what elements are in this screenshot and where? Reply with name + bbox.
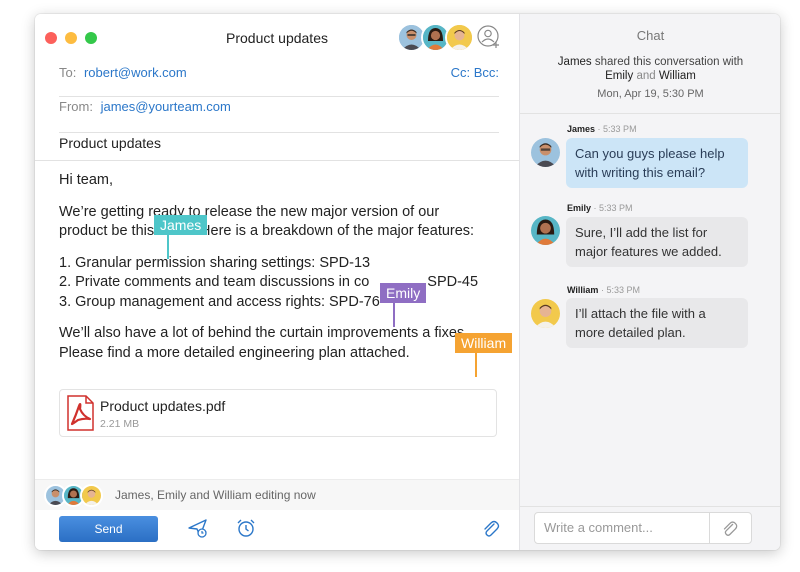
feature-item-2-tail: SPD-45: [427, 274, 479, 290]
cursor-label-james: James: [154, 215, 208, 235]
send-button[interactable]: Send: [59, 516, 158, 542]
feature-item-2-text: 2. Private comments and team discussions…: [59, 274, 370, 290]
comment-attach-icon[interactable]: [719, 518, 739, 538]
send-later-icon[interactable]: [187, 517, 209, 539]
message-author: James: [567, 124, 596, 134]
collaborators-text: James, Emily and William editing now: [115, 488, 316, 502]
attachment-name: Product updates.pdf: [100, 398, 226, 414]
cc-bcc-button[interactable]: Cc: Bcc:: [451, 65, 499, 80]
message-time: · 5:33 PM: [597, 124, 637, 134]
from-address[interactable]: james@yourteam.com: [101, 99, 231, 114]
comment-input-box: [534, 512, 752, 544]
share-date: Mon, Apr 19, 5:30 PM: [597, 88, 704, 100]
avatar-william[interactable]: [445, 23, 474, 52]
message-avatar-emily: [531, 216, 560, 245]
subject-field[interactable]: Product updates: [59, 135, 161, 151]
attach-paperclip-icon[interactable]: [479, 517, 501, 539]
to-label: To:: [59, 65, 77, 80]
message-meta-3: William · 5:33 PM: [567, 285, 640, 295]
share-text: shared this conversation with: [594, 56, 744, 68]
comment-input[interactable]: [535, 513, 723, 541]
attachment-size: 2.21 MB: [100, 418, 140, 430]
attachment-card[interactable]: Product updates.pdf 2.21 MB: [59, 389, 497, 437]
message-time: · 5:33 PM: [600, 285, 640, 295]
cursor-caret-william: [475, 353, 477, 377]
message-author: Emily: [567, 203, 592, 213]
add-person-icon[interactable]: [477, 25, 501, 49]
email-body[interactable]: Hi team, We’re getting ready to release …: [59, 171, 479, 363]
chat-title: Chat: [636, 28, 665, 43]
feature-item-1: 1. Granular permission sharing settings:…: [59, 254, 371, 271]
chat-pane: Chat James shared this conversation with…: [519, 14, 780, 550]
chat-divider: [520, 113, 780, 114]
cursor-caret-emily: [393, 303, 395, 327]
share-person-1: Emily: [605, 70, 634, 82]
share-and: and: [636, 70, 656, 82]
cursor-caret-james: [167, 235, 169, 259]
compose-pane: Product updates To: robert@work.com Cc: …: [35, 14, 519, 550]
to-recipient[interactable]: robert@work.com: [84, 65, 187, 80]
share-person-2: William: [658, 70, 696, 82]
title-bar: Product updates: [35, 14, 519, 60]
share-message: James shared this conversation with Emil…: [520, 55, 780, 83]
message-avatar-william: [531, 299, 560, 328]
app-window: Product updates To: robert@work.com Cc: …: [35, 14, 780, 550]
message-meta-2: Emily · 5:33 PM: [567, 203, 633, 213]
collaborators-bar: James, Emily and William editing now: [35, 479, 519, 510]
message-bubble-2: Sure, I’ll add the list for major featur…: [566, 217, 748, 267]
chat-input-divider: [520, 506, 780, 507]
from-label: From:: [59, 99, 93, 114]
cursor-label-emily: Emily: [380, 283, 427, 303]
from-row: From: james@yourteam.com: [59, 96, 499, 133]
message-meta-1: James · 5:33 PM: [567, 124, 637, 134]
comment-input-separator: [709, 513, 710, 543]
pdf-icon: [66, 395, 94, 431]
message-bubble-3: I’ll attach the file with a more detaile…: [566, 298, 748, 348]
reminder-alarm-icon[interactable]: [235, 517, 257, 539]
body-paragraph-2: We’ll also have a lot of behind the curt…: [59, 325, 469, 361]
compose-toolbar: Send: [35, 510, 519, 550]
message-time: · 5:33 PM: [593, 203, 633, 213]
message-avatar-james: [531, 138, 560, 167]
header-divider: [35, 160, 519, 161]
greeting: Hi team,: [59, 172, 113, 188]
mini-avatar-william: [80, 484, 103, 507]
message-author: William: [567, 285, 599, 295]
cursor-label-william: William: [455, 333, 513, 353]
share-sharer: James: [557, 56, 592, 68]
body-paragraph-1: We’re getting ready to release the new m…: [59, 203, 475, 240]
to-row: To: robert@work.com Cc: Bcc:: [59, 60, 499, 97]
message-bubble-1: Can you guys please help with writing th…: [566, 138, 748, 188]
